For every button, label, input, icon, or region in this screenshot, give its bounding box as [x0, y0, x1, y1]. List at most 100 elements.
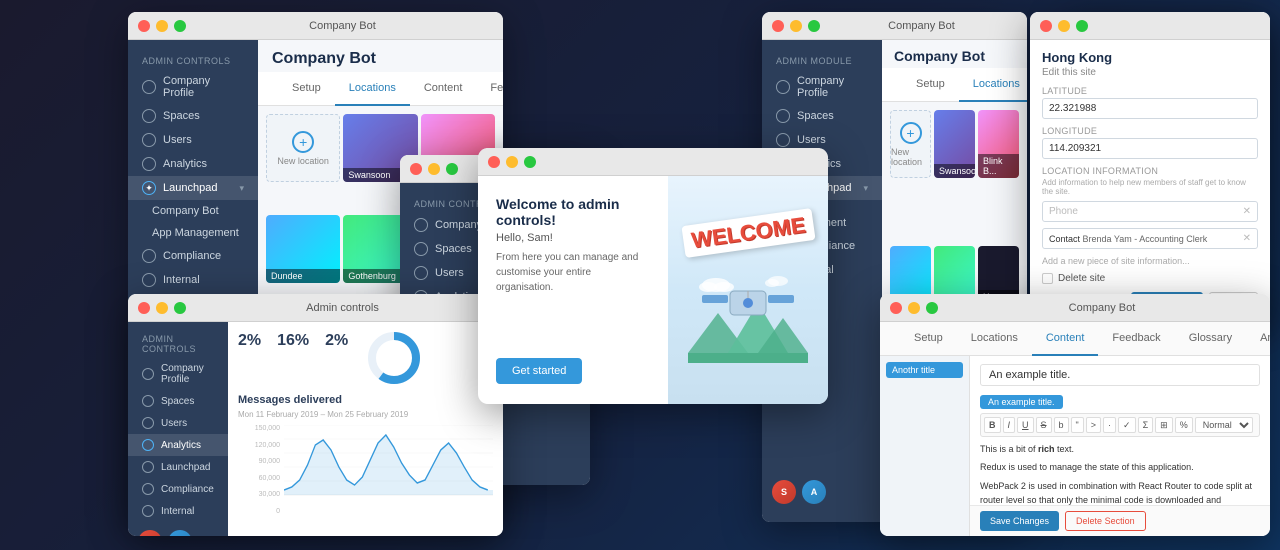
tab-5-setup[interactable]: Setup: [902, 68, 959, 102]
phone-placeholder-6: Phone: [1049, 206, 1243, 217]
close-btn-5[interactable]: [772, 20, 784, 32]
as-launchpad[interactable]: Launchpad: [128, 456, 228, 478]
section-title-input[interactable]: [980, 364, 1260, 386]
tab-8-content[interactable]: Content: [1032, 322, 1099, 356]
tb-quote[interactable]: ": [1071, 417, 1084, 433]
as-analytics[interactable]: Analytics: [128, 434, 228, 456]
illustration-svg: [688, 263, 808, 363]
contact-6: Contact Brenda Yam - Accounting Clerk: [1049, 234, 1207, 244]
maximize-btn-6[interactable]: [1076, 20, 1088, 32]
loc-5-2[interactable]: Blink B...: [978, 110, 1019, 178]
minimize-btn-8[interactable]: [908, 302, 920, 314]
new-loc-5[interactable]: + New location: [890, 110, 931, 178]
content-item-1[interactable]: Anothr title: [886, 362, 963, 378]
tb-italic[interactable]: I: [1003, 417, 1016, 433]
tab-locations-1[interactable]: Locations: [335, 72, 410, 106]
latitude-input-6[interactable]: [1042, 98, 1258, 119]
location-card-dundee[interactable]: Dundee: [266, 215, 340, 283]
maximize-btn-3[interactable]: [524, 156, 536, 168]
tb-list[interactable]: ·: [1103, 417, 1116, 433]
tb-format-select[interactable]: Normal H1 H2: [1195, 417, 1253, 433]
tab-8-feedback[interactable]: Feedback: [1098, 322, 1174, 356]
as-analytics-icon: [142, 439, 154, 451]
sidebar-subitem-appmanagement[interactable]: App Management: [128, 222, 258, 244]
loc-name-5-2: Blink B...: [978, 154, 1019, 178]
maximize-btn-8[interactable]: [926, 302, 938, 314]
minimize-btn-2[interactable]: [428, 163, 440, 175]
tb-bold[interactable]: B: [984, 417, 1001, 433]
minimize-btn-3[interactable]: [506, 156, 518, 168]
loc-5-1[interactable]: Swansoon: [934, 110, 975, 178]
sidebar-item-compliance-1[interactable]: Compliance: [128, 244, 258, 268]
tab-8-locations[interactable]: Locations: [957, 322, 1032, 356]
sidebar-subitem-companybot[interactable]: Company Bot: [128, 200, 258, 222]
users-icon: [142, 133, 156, 147]
contact-clear-6[interactable]: ✕: [1243, 233, 1251, 244]
delete-section-button[interactable]: Delete Section: [1065, 511, 1146, 531]
sidebar-bottom-7: S A: [128, 522, 228, 536]
lon-label-6: Longitude: [1042, 126, 1258, 136]
tb-indent[interactable]: >: [1086, 417, 1101, 433]
sidebar-item-internal-1[interactable]: Internal: [128, 268, 258, 292]
tab-content-1[interactable]: Content: [410, 72, 477, 106]
tab-8-glossary[interactable]: Glossary: [1175, 322, 1246, 356]
as-company[interactable]: Company Profile: [128, 358, 228, 390]
tab-setup-1[interactable]: Setup: [278, 72, 335, 106]
close-btn-2[interactable]: [410, 163, 422, 175]
as-spaces[interactable]: Spaces: [128, 390, 228, 412]
minimize-btn-5[interactable]: [790, 20, 802, 32]
close-btn-8[interactable]: [890, 302, 902, 314]
close-btn-6[interactable]: [1040, 20, 1052, 32]
plus-5: +: [900, 122, 922, 144]
tab-8-setup[interactable]: Setup: [900, 322, 957, 356]
as-users[interactable]: Users: [128, 412, 228, 434]
window-hongkong-edit-6: Hong Kong Edit this site Latitude Longit…: [1030, 12, 1270, 322]
launchpad-icon: ✦: [142, 181, 156, 195]
close-btn-1[interactable]: [138, 20, 150, 32]
maximize-btn-5[interactable]: [808, 20, 820, 32]
tb-underline[interactable]: U: [1017, 417, 1034, 433]
tab-5-locations[interactable]: Locations: [959, 68, 1027, 102]
avatar-6: A: [802, 480, 826, 504]
icon-5-users: [776, 133, 790, 147]
edit-title-6: Hong Kong: [1042, 50, 1258, 65]
minimize-btn-6[interactable]: [1058, 20, 1070, 32]
close-btn-3[interactable]: [488, 156, 500, 168]
sidebar-item-company-profile-1[interactable]: Company Profile: [128, 70, 258, 104]
internal-icon: [142, 273, 156, 287]
minimize-btn-1[interactable]: [156, 20, 168, 32]
close-btn-7[interactable]: [138, 302, 150, 314]
tab-8-announcements[interactable]: Announcements: [1246, 322, 1270, 356]
sidebar-item-users-1[interactable]: Users: [128, 128, 258, 152]
maximize-btn-2[interactable]: [446, 163, 458, 175]
sidebar-item-spaces-1[interactable]: Spaces: [128, 104, 258, 128]
add-contact-6[interactable]: Add a new piece of site information...: [1042, 253, 1258, 269]
tb-strike[interactable]: S: [1036, 417, 1052, 433]
maximize-btn-1[interactable]: [174, 20, 186, 32]
get-started-button[interactable]: Get started: [496, 358, 582, 384]
new-location-card[interactable]: + New location: [266, 114, 340, 182]
stat-pct-1: 2%: [238, 332, 261, 350]
delete-checkbox-6[interactable]: [1042, 273, 1053, 284]
sidebar-item-launchpad-1[interactable]: ✦ Launchpad ▾: [128, 176, 258, 200]
minimize-btn-7[interactable]: [156, 302, 168, 314]
analytics-icon: [142, 157, 156, 171]
longitude-input-6[interactable]: [1042, 138, 1258, 159]
tb-pct[interactable]: %: [1175, 417, 1193, 433]
tb-b2[interactable]: b: [1054, 417, 1069, 433]
sidebar-5-company[interactable]: Company Profile: [762, 70, 882, 104]
as-compliance[interactable]: Compliance: [128, 478, 228, 500]
tb-check[interactable]: ✓: [1118, 417, 1136, 433]
tb-sigma[interactable]: Σ: [1138, 417, 1154, 433]
modal-left-panel: Welcome to admin controls! Hello, Sam! F…: [478, 176, 668, 404]
sidebar-item-analytics-1[interactable]: Analytics: [128, 152, 258, 176]
win8-body: Anothr title An example title. B I U S b…: [880, 356, 1270, 536]
delete-label-6: Delete site: [1058, 273, 1105, 284]
as-internal[interactable]: Internal: [128, 500, 228, 522]
save-changes-button[interactable]: Save Changes: [980, 511, 1059, 531]
tb-grid[interactable]: ⊞: [1155, 417, 1173, 433]
tab-feedback-1[interactable]: Feedback: [476, 72, 503, 106]
sidebar-5-spaces[interactable]: Spaces: [762, 104, 882, 128]
maximize-btn-7[interactable]: [174, 302, 186, 314]
phone-clear-6[interactable]: ✕: [1243, 206, 1251, 217]
